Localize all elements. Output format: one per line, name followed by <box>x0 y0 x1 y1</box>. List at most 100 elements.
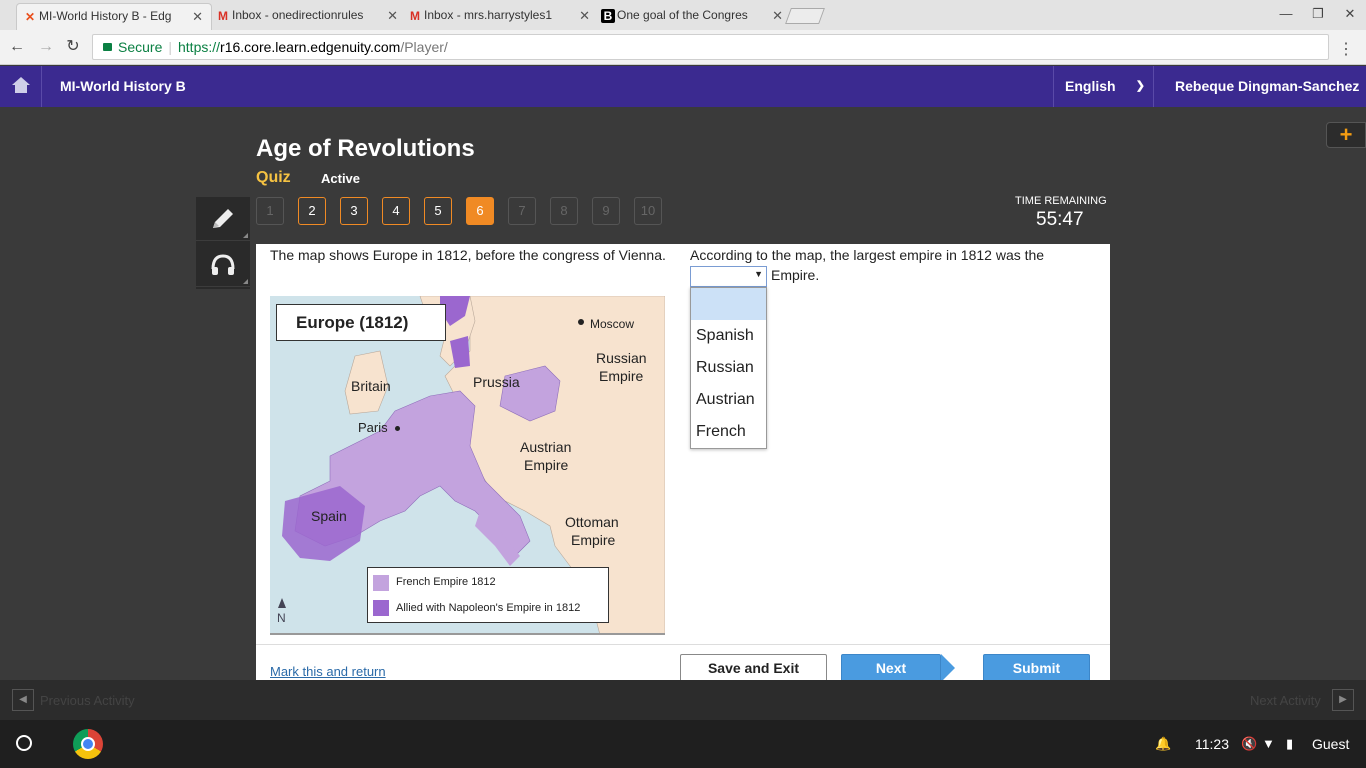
activity-type: Quiz <box>256 169 291 186</box>
tool-panel <box>196 197 250 289</box>
submit-button[interactable]: Submit <box>983 654 1090 682</box>
url-host: r16.core.learn.edgenuity.com <box>220 39 401 55</box>
new-tab-button[interactable] <box>785 8 825 24</box>
forward-icon[interactable]: → <box>37 38 55 56</box>
close-window-icon[interactable]: ✕ <box>1342 6 1358 22</box>
browser-menu-icon[interactable]: ⋮ <box>1338 39 1354 59</box>
notification-bell-icon[interactable]: 🔔 <box>1155 736 1171 752</box>
map-label-ottoman: Ottoman <box>565 514 619 530</box>
dropdown-option-french[interactable]: French <box>691 416 766 448</box>
chrome-icon[interactable] <box>73 729 103 759</box>
close-tab-icon[interactable]: ✕ <box>387 3 398 28</box>
legend-label-allied: Allied with Napoleon's Empire in 1812 <box>396 602 581 614</box>
audio-tool-button[interactable] <box>196 243 250 287</box>
next-button[interactable]: Next <box>841 654 941 682</box>
save-and-exit-button[interactable]: Save and Exit <box>680 654 827 682</box>
previous-activity-button[interactable]: ◀ <box>12 689 34 711</box>
pencil-tool-button[interactable] <box>196 197 250 241</box>
maximize-icon[interactable]: ❐ <box>1310 6 1326 22</box>
pencil-icon <box>213 209 233 228</box>
map-label-spain: Spain <box>311 508 347 524</box>
browser-tab-inbox-1[interactable]: M Inbox - onedirectionrules ✕ <box>210 3 406 30</box>
next-activity-label: Next Activity <box>1250 693 1321 708</box>
plus-icon[interactable]: + <box>1326 122 1366 148</box>
north-arrow-icon <box>278 598 286 608</box>
question-number-4[interactable]: 4 <box>382 197 410 225</box>
question-content: The map shows Europe in 1812, before the… <box>256 244 1110 682</box>
close-tab-icon[interactable]: ✕ <box>772 3 783 28</box>
tab-title: Inbox - mrs.harrystyles1 <box>424 8 553 22</box>
reload-icon[interactable]: ↻ <box>64 38 82 56</box>
legend-label-french: French Empire 1812 <box>396 576 496 588</box>
mark-and-return-link[interactable]: Mark this and return <box>270 664 386 679</box>
map-label-ottoman-empire: Empire <box>571 532 616 548</box>
answer-dropdown[interactable]: ▼ <box>690 266 767 287</box>
paris-dot <box>395 426 400 431</box>
moscow-dot <box>578 319 584 325</box>
question-number-6[interactable]: 6 <box>466 197 494 225</box>
browser-tab-congress[interactable]: B One goal of the Congres ✕ <box>595 3 791 30</box>
question-number-3[interactable]: 3 <box>340 197 368 225</box>
map-label-russian-empire: Empire <box>599 368 644 384</box>
back-icon[interactable]: ← <box>8 38 26 56</box>
url-scheme: https:// <box>178 39 221 55</box>
legend-swatch-french <box>373 575 389 591</box>
browser-tab-world-history[interactable]: ✕ MI-World History B - Edg ✕ <box>16 3 212 30</box>
system-user[interactable]: Guest <box>1312 736 1349 752</box>
close-tab-icon[interactable]: ✕ <box>192 4 203 29</box>
tab-title: One goal of the Congres <box>617 8 748 22</box>
chevron-down-icon: ❯ <box>1135 80 1145 92</box>
dropdown-option-spanish[interactable]: Spanish <box>691 320 766 352</box>
language-select[interactable]: English ❯ <box>1053 66 1154 107</box>
question-number-2[interactable]: 2 <box>298 197 326 225</box>
map-title: Europe (1812) <box>276 304 446 341</box>
question-number-7[interactable]: 7 <box>508 197 536 225</box>
question-number-1[interactable]: 1 <box>256 197 284 225</box>
question-number-5[interactable]: 5 <box>424 197 452 225</box>
dropdown-option-austrian[interactable]: Austrian <box>691 384 766 416</box>
question-number-8[interactable]: 8 <box>550 197 578 225</box>
next-arrow-shape[interactable] <box>941 654 955 682</box>
gmail-icon: M <box>218 9 228 23</box>
time-remaining-value: 55:47 <box>1036 209 1084 230</box>
corner-indicator <box>243 233 248 238</box>
mute-icon[interactable]: 🔇 <box>1241 736 1257 752</box>
dropdown-options-list: Spanish Russian Austrian French <box>690 287 767 449</box>
next-activity-button[interactable]: ▶ <box>1332 689 1354 711</box>
dropdown-arrow-icon: ▼ <box>754 269 763 279</box>
language-label: English <box>1065 78 1116 94</box>
edgenuity-x-icon: ✕ <box>24 10 36 24</box>
secure-label: Secure <box>118 39 163 55</box>
user-name[interactable]: Rebeque Dingman-Sanchez <box>1175 78 1359 94</box>
home-button[interactable] <box>0 66 42 107</box>
wifi-icon[interactable]: ▼ <box>1262 736 1275 751</box>
map-legend: French Empire 1812 Allied with Napoleon'… <box>367 567 609 623</box>
corner-indicator <box>243 279 248 284</box>
dropdown-option-russian[interactable]: Russian <box>691 352 766 384</box>
browser-toolbar: ← → ↻ Secure | https://r16.core.learn.edge… <box>0 30 1366 65</box>
page-title: Age of Revolutions <box>256 135 475 162</box>
close-tab-icon[interactable]: ✕ <box>579 3 590 28</box>
separator: | <box>168 39 172 55</box>
question-prompt: The map shows Europe in 1812, before the… <box>270 247 666 263</box>
north-label: N <box>277 611 286 625</box>
question-number-9[interactable]: 9 <box>592 197 620 225</box>
lock-icon <box>103 43 112 52</box>
launcher-icon[interactable] <box>16 735 32 751</box>
dropdown-option-blank[interactable] <box>691 288 766 320</box>
browser-tab-inbox-2[interactable]: M Inbox - mrs.harrystyles1 ✕ <box>402 3 598 30</box>
browser-tab-strip: ✕ MI-World History B - Edg ✕ M Inbox - o… <box>0 0 1366 30</box>
address-bar[interactable]: Secure | https://r16.core.learn.edgenuity.… <box>92 34 1329 60</box>
battery-icon[interactable]: ▮ <box>1286 736 1293 752</box>
map-label-britain: Britain <box>351 378 391 394</box>
previous-activity-label: Previous Activity <box>40 693 135 708</box>
system-clock[interactable]: 11:23 <box>1195 736 1229 752</box>
minimize-icon[interactable]: — <box>1278 6 1294 22</box>
tab-title: Inbox - onedirectionrules <box>232 8 364 22</box>
question-number-10[interactable]: 10 <box>634 197 662 225</box>
question-text-after: Empire. <box>771 267 820 283</box>
europe-map: Europe (1812) Moscow Russian Empire Brit… <box>270 296 665 635</box>
headphones-icon <box>211 254 235 275</box>
question-text: According to the map, the largest empire… <box>690 247 1045 263</box>
url-path: /Player/ <box>400 39 448 55</box>
